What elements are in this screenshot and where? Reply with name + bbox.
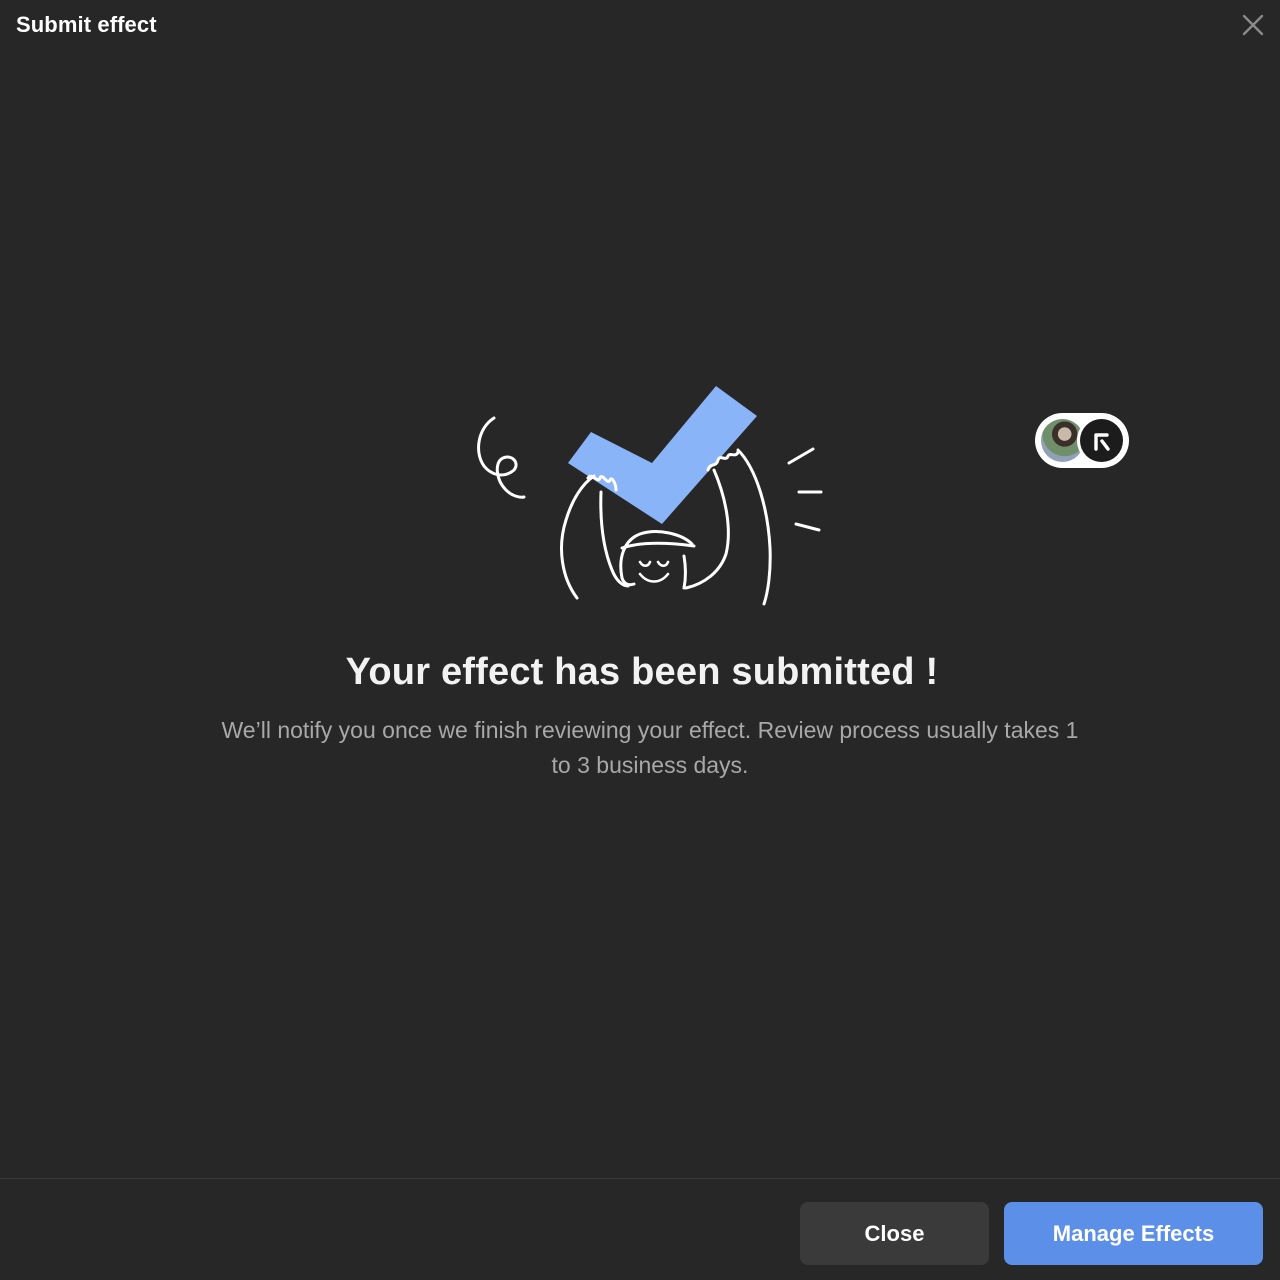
dialog-footer: Close Manage Effects (0, 1178, 1280, 1280)
checkmark-celebration-illustration (477, 386, 823, 606)
brand-logo-icon (1094, 433, 1110, 451)
close-button[interactable]: Close (800, 1202, 989, 1265)
close-icon[interactable] (1240, 12, 1266, 38)
user-avatar (1041, 419, 1084, 462)
dialog-title: Submit effect (16, 12, 157, 37)
submit-effect-dialog: Submit effect Your effect has been submi… (0, 0, 1280, 1280)
success-headline: Your effect has been submitted ! (345, 651, 939, 693)
brand-logo-avatar (1080, 419, 1123, 462)
review-description: We’ll notify you once we finish reviewin… (221, 717, 1079, 778)
avatar-group[interactable] (1035, 413, 1129, 468)
manage-effects-button[interactable]: Manage Effects (1004, 1202, 1263, 1265)
